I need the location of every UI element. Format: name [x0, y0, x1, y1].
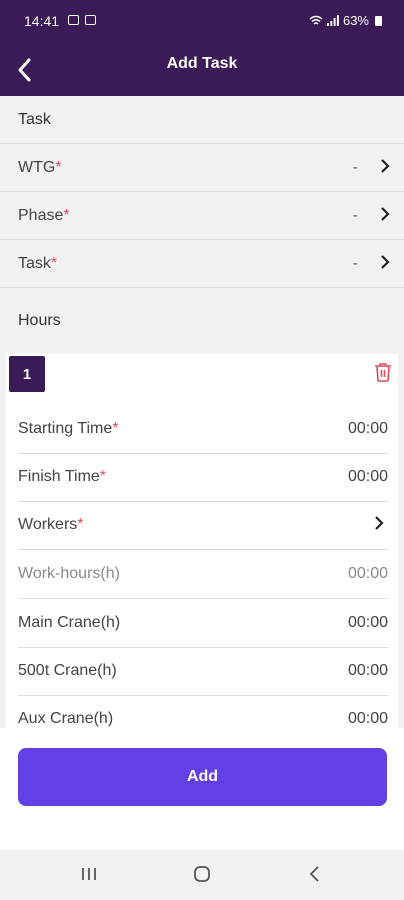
system-back-icon [309, 866, 319, 882]
required-mark: * [55, 159, 62, 176]
chevron-right-icon [375, 516, 384, 530]
workers-row[interactable]: Workers* [18, 502, 388, 550]
main-crane-label: Main Crane(h) [18, 614, 121, 631]
page-title: Add Task [166, 55, 238, 72]
chevron-right-icon [381, 159, 390, 173]
main-crane-row[interactable]: Main Crane(h) 00:00 [18, 600, 388, 648]
status-right: 63% [309, 13, 382, 28]
battery-icon [375, 15, 382, 26]
task-value: - [352, 255, 358, 272]
500t-crane-value: 00:00 [347, 662, 388, 679]
task-row[interactable]: Task* - [0, 240, 404, 288]
required-mark: * [112, 420, 119, 437]
main-crane-value: 00:00 [347, 614, 388, 631]
required-mark: * [50, 255, 58, 272]
notification-icons [68, 15, 96, 25]
wtg-label: WTG* [18, 159, 62, 176]
home-icon [194, 866, 210, 882]
system-back-button[interactable] [308, 865, 322, 888]
status-time: 14:41 [24, 13, 60, 29]
app-bar: Add Task [0, 44, 404, 96]
wifi-icon [309, 15, 323, 25]
workers-label: Workers* [18, 516, 84, 533]
phase-value: - [352, 207, 358, 224]
aux-crane-label: Aux Crane(h) [18, 710, 114, 727]
trash-icon [375, 363, 391, 382]
aux-crane-value: 00:00 [347, 710, 388, 727]
recent-apps-button[interactable] [80, 865, 98, 888]
500t-crane-label: 500t Crane(h) [18, 662, 117, 679]
battery-percent: 63% [342, 13, 369, 28]
task-label: Task* [18, 255, 58, 272]
mail-icon [85, 15, 96, 25]
signal-icon [326, 15, 339, 26]
required-mark: * [99, 468, 107, 485]
finish-time-value: 00:00 [347, 468, 388, 485]
wtg-row[interactable]: WTG* - [0, 144, 404, 192]
recent-apps-icon [82, 868, 96, 880]
home-button[interactable] [193, 865, 211, 888]
phase-label: Phase* [18, 207, 70, 224]
starting-time-label: Starting Time* [18, 420, 119, 437]
required-mark: * [63, 207, 70, 224]
500t-crane-row[interactable]: 500t Crane(h) 00:00 [18, 648, 388, 696]
entry-number-badge: 1 [9, 356, 45, 392]
task-section-header: Task [0, 96, 404, 144]
system-nav-bar [0, 850, 404, 900]
phase-row[interactable]: Phase* - [0, 192, 404, 240]
starting-time-value: 00:00 [347, 420, 388, 437]
chevron-right-icon [381, 207, 390, 221]
delete-entry-button[interactable] [374, 362, 392, 387]
chevron-right-icon [381, 255, 390, 269]
work-hours-label: Work-hours(h) [18, 565, 120, 582]
work-hours-row: Work-hours(h) 00:00 [18, 551, 388, 599]
required-mark: * [77, 516, 84, 533]
hours-entry-card: 1 Starting Time* 00:00 Finish Time* 00:0… [6, 354, 398, 754]
work-hours-value: 00:00 [347, 565, 388, 582]
starting-time-row[interactable]: Starting Time* 00:00 [18, 406, 388, 454]
add-button[interactable]: Add [18, 748, 387, 806]
gallery-icon [68, 15, 79, 25]
status-bar: 14:41 63% [0, 0, 404, 44]
finish-time-label: Finish Time* [18, 468, 107, 485]
wtg-value: - [352, 159, 358, 176]
finish-time-row[interactable]: Finish Time* 00:00 [18, 454, 388, 502]
footer: Add [0, 728, 404, 850]
hours-section-header: Hours [18, 312, 61, 329]
